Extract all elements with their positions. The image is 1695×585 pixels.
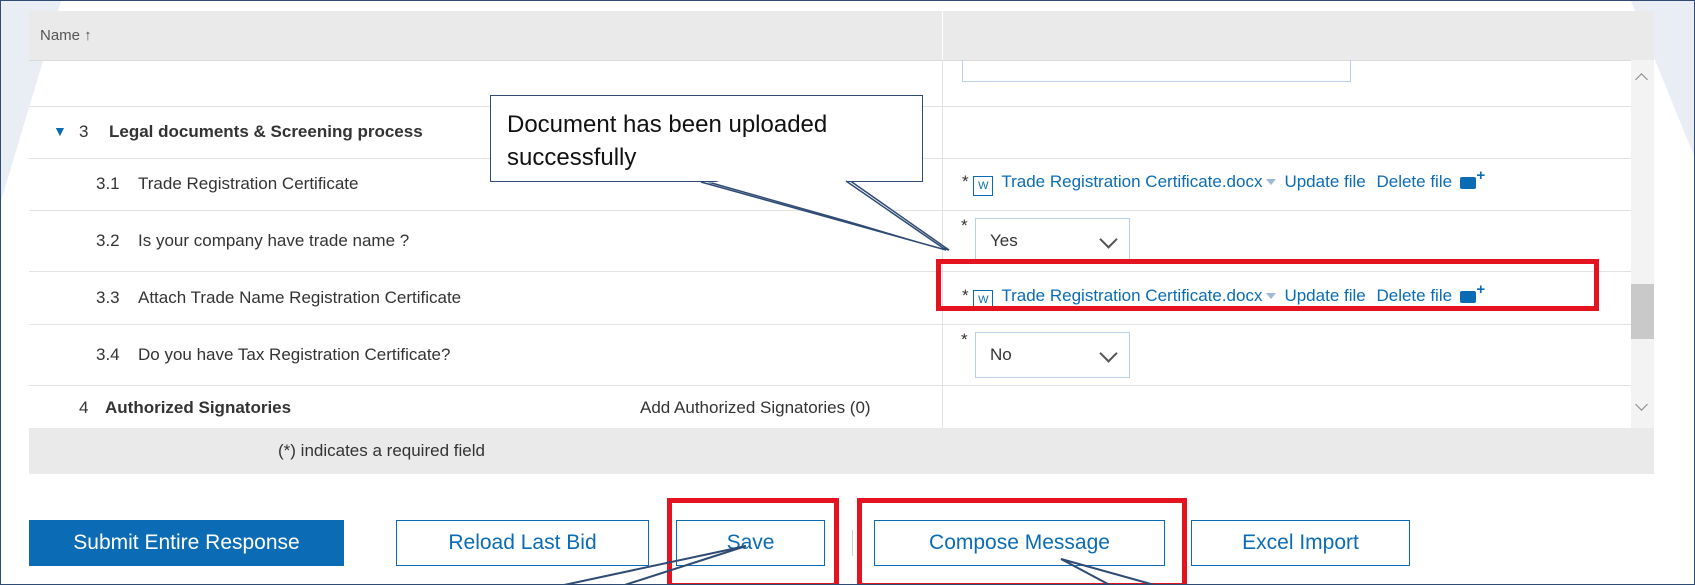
row-number: 3.1 (96, 174, 120, 193)
dropdown-caret-icon[interactable] (1266, 178, 1277, 185)
column-header-name[interactable]: Name ↑ (40, 27, 92, 44)
expand-icon[interactable]: ▼ (53, 123, 67, 139)
row-label: Authorized Signatories (105, 398, 292, 417)
text-input-partial[interactable] (962, 60, 1351, 82)
add-authorized-signatories-link[interactable]: Add Authorized Signatories (0) (640, 398, 871, 418)
table-header: Name ↑ (29, 11, 1654, 61)
add-comment-icon[interactable] (1460, 167, 1485, 189)
scroll-up-icon[interactable] (1635, 73, 1648, 86)
submit-entire-response-button[interactable]: Submit Entire Response (29, 520, 344, 566)
update-file-link[interactable]: Update file (1284, 172, 1365, 191)
questionnaire-table: Name ↑ ▼ 3 Legal documents & Screening p… (29, 11, 1654, 474)
file-attachment: * W Trade Registration Certificate.docx Up… (962, 167, 1485, 196)
callout-tooltip: Document has been uploaded successfully (490, 95, 923, 182)
highlight-box-uploaded-file (936, 259, 1599, 311)
vertical-scrollbar[interactable] (1631, 60, 1654, 428)
button-separator (852, 530, 853, 556)
row-label: Is your company have trade name ? (138, 231, 410, 250)
highlight-box-compose (857, 498, 1187, 584)
row-number: 3.2 (96, 231, 120, 250)
row-number: 3.4 (96, 345, 120, 364)
row-number: 3.3 (96, 288, 120, 307)
table-row-3-4: 3.4 Do you have Tax Registration Certifi… (29, 324, 1654, 386)
file-link[interactable]: Trade Registration Certificate.docx (1001, 172, 1262, 191)
chevron-down-icon (1099, 230, 1118, 249)
trade-name-select[interactable]: Yes (975, 218, 1130, 264)
required-star: * (961, 216, 968, 235)
required-star: * (961, 330, 968, 349)
required-star: * (962, 172, 969, 191)
callout-text: Document has been uploaded successfully (507, 111, 828, 171)
required-field-note: (*) indicates a required field (278, 441, 485, 460)
row-number: 4 (79, 398, 89, 417)
table-row-section-4: 4 Authorized Signatories Add Authorized … (29, 385, 1654, 428)
reload-last-bid-button[interactable]: Reload Last Bid (396, 520, 649, 566)
word-doc-icon: W (973, 176, 994, 196)
highlight-box-save (667, 498, 839, 584)
row-label: Do you have Tax Registration Certificate… (138, 345, 451, 364)
row-label: Legal documents & Screening process (109, 122, 423, 141)
scrollbar-thumb[interactable] (1631, 284, 1654, 339)
scroll-down-icon[interactable] (1635, 398, 1648, 411)
excel-import-button[interactable]: Excel Import (1191, 520, 1410, 566)
chevron-down-icon (1099, 344, 1118, 363)
row-label: Attach Trade Name Registration Certifica… (138, 288, 462, 307)
header-divider (942, 11, 943, 60)
main-frame: Name ↑ ▼ 3 Legal documents & Screening p… (0, 0, 1695, 585)
delete-file-link[interactable]: Delete file (1376, 172, 1452, 191)
row-number: 3 (79, 122, 89, 141)
row-label: Trade Registration Certificate (138, 174, 359, 193)
tax-registration-select[interactable]: No (975, 332, 1130, 378)
table-footer: (*) indicates a required field (29, 428, 1654, 474)
